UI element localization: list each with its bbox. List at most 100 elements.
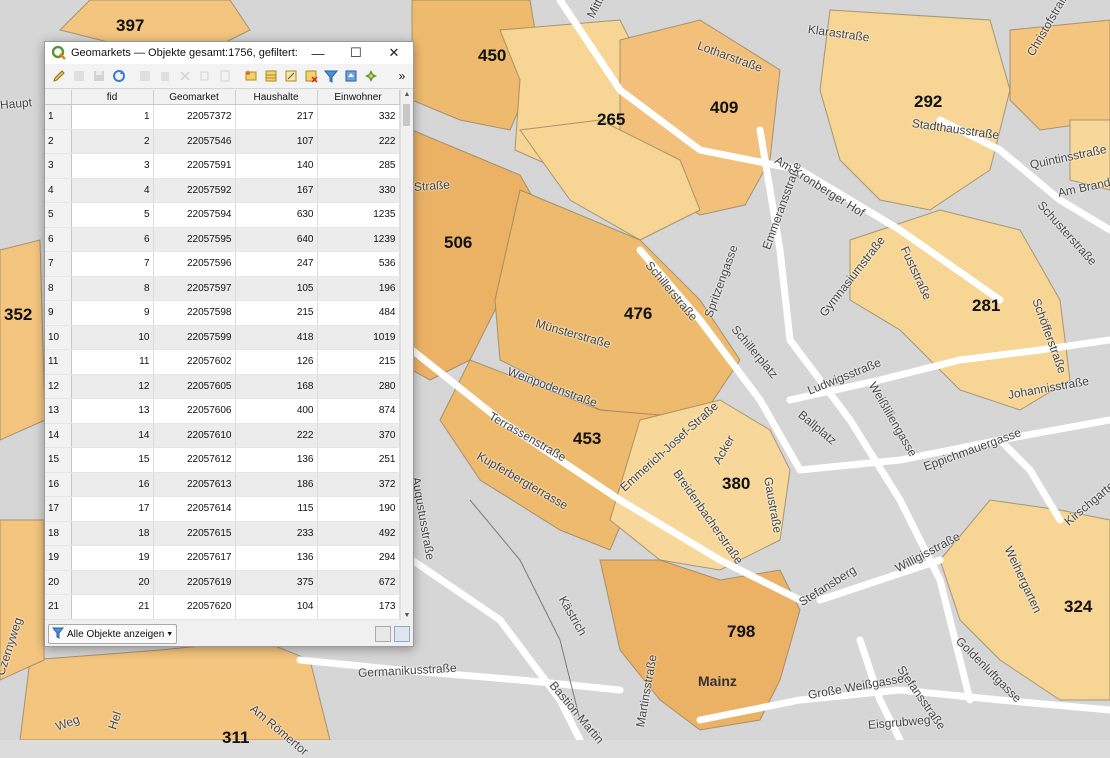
table-row[interactable]: 14 14 22057610 222 370 [45, 423, 400, 448]
multi-edit-icon[interactable] [69, 67, 88, 85]
cell-geomarket[interactable]: 22057597 [153, 276, 236, 301]
row-header[interactable]: 8 [45, 276, 72, 301]
maximize-button[interactable]: ☐ [337, 45, 375, 61]
cell-geomarket[interactable]: 22057612 [153, 447, 236, 473]
row-header[interactable]: 5 [45, 202, 72, 228]
cell-einwohner[interactable]: 372 [317, 472, 400, 497]
cell-fid[interactable]: 13 [71, 398, 154, 424]
expression-select-icon[interactable] [241, 67, 260, 85]
table-row[interactable]: 18 18 22057615 233 492 [45, 521, 400, 546]
cell-fid[interactable]: 3 [71, 153, 154, 179]
cell-einwohner[interactable]: 196 [317, 276, 400, 301]
row-header[interactable]: 6 [45, 227, 72, 252]
cell-einwohner[interactable]: 492 [317, 521, 400, 546]
cell-fid[interactable]: 6 [71, 227, 154, 252]
table-row[interactable]: 21 21 22057620 104 173 [45, 594, 400, 620]
row-header[interactable]: 4 [45, 178, 72, 203]
column-header-fid[interactable]: fid [71, 90, 154, 105]
cell-fid[interactable]: 19 [71, 545, 154, 571]
cell-haushalte[interactable]: 247 [235, 251, 318, 277]
row-header[interactable]: 9 [45, 300, 72, 326]
cell-haushalte[interactable]: 222 [235, 423, 318, 448]
cell-einwohner[interactable]: 370 [317, 423, 400, 448]
cell-fid[interactable]: 2 [71, 129, 154, 154]
row-header[interactable]: 10 [45, 325, 72, 350]
corner-header[interactable] [45, 90, 72, 105]
deselect-icon[interactable] [301, 67, 320, 85]
row-header[interactable]: 7 [45, 251, 72, 277]
cell-einwohner[interactable]: 222 [317, 129, 400, 154]
cell-haushalte[interactable]: 168 [235, 374, 318, 399]
row-header[interactable]: 19 [45, 545, 72, 571]
row-header[interactable]: 1 [45, 104, 72, 130]
row-header[interactable]: 18 [45, 521, 72, 546]
table-row[interactable]: 10 10 22057599 418 1019 [45, 325, 400, 350]
cell-geomarket[interactable]: 22057620 [153, 594, 236, 620]
window-titlebar[interactable]: Geomarkets — Objekte gesamt:1756, gefilt… [45, 42, 413, 64]
cell-geomarket[interactable]: 22057596 [153, 251, 236, 277]
pan-to-icon[interactable] [361, 67, 380, 85]
cell-geomarket[interactable]: 22057595 [153, 227, 236, 252]
cell-haushalte[interactable]: 186 [235, 472, 318, 497]
cell-haushalte[interactable]: 115 [235, 496, 318, 522]
cell-einwohner[interactable]: 280 [317, 374, 400, 399]
table-row[interactable]: 7 7 22057596 247 536 [45, 251, 400, 277]
cell-einwohner[interactable]: 672 [317, 570, 400, 595]
cell-geomarket[interactable]: 22057599 [153, 325, 236, 350]
cell-einwohner[interactable]: 536 [317, 251, 400, 277]
cell-haushalte[interactable]: 126 [235, 349, 318, 375]
cell-haushalte[interactable]: 136 [235, 447, 318, 473]
cell-fid[interactable]: 18 [71, 521, 154, 546]
scroll-up-arrow-icon[interactable]: ▲ [401, 91, 413, 98]
form-view-icon[interactable] [375, 626, 391, 642]
cell-haushalte[interactable]: 400 [235, 398, 318, 424]
copy-icon[interactable] [195, 67, 214, 85]
cell-haushalte[interactable]: 167 [235, 178, 318, 203]
add-feature-icon[interactable] [135, 67, 154, 85]
table-row[interactable]: 20 20 22057619 375 672 [45, 570, 400, 595]
table-row[interactable]: 19 19 22057617 136 294 [45, 545, 400, 571]
cell-haushalte[interactable]: 107 [235, 129, 318, 154]
cell-fid[interactable]: 20 [71, 570, 154, 595]
row-header[interactable]: 12 [45, 374, 72, 399]
cell-fid[interactable]: 8 [71, 276, 154, 301]
cell-fid[interactable]: 4 [71, 178, 154, 203]
cell-haushalte[interactable]: 140 [235, 153, 318, 179]
row-header[interactable]: 3 [45, 153, 72, 179]
cell-geomarket[interactable]: 22057372 [153, 104, 236, 130]
cell-geomarket[interactable]: 22057619 [153, 570, 236, 595]
delete-feature-icon[interactable] [155, 67, 174, 85]
cell-geomarket[interactable]: 22057546 [153, 129, 236, 154]
cell-einwohner[interactable]: 332 [317, 104, 400, 130]
cell-geomarket[interactable]: 22057606 [153, 398, 236, 424]
cell-einwohner[interactable]: 215 [317, 349, 400, 375]
table-row[interactable]: 4 4 22057592 167 330 [45, 178, 400, 203]
column-header-haushalte[interactable]: Haushalte [235, 90, 318, 105]
cell-haushalte[interactable]: 233 [235, 521, 318, 546]
cell-geomarket[interactable]: 22057617 [153, 545, 236, 571]
table-row[interactable]: 16 16 22057613 186 372 [45, 472, 400, 497]
cell-haushalte[interactable]: 136 [235, 545, 318, 571]
cell-einwohner[interactable]: 190 [317, 496, 400, 522]
row-header[interactable]: 14 [45, 423, 72, 448]
cell-haushalte[interactable]: 215 [235, 300, 318, 326]
row-header[interactable]: 15 [45, 447, 72, 473]
table-view-icon[interactable] [394, 626, 410, 642]
select-all-icon[interactable] [261, 67, 280, 85]
cell-haushalte[interactable]: 105 [235, 276, 318, 301]
cell-haushalte[interactable]: 640 [235, 227, 318, 252]
cell-einwohner[interactable]: 874 [317, 398, 400, 424]
table-row[interactable]: 5 5 22057594 630 1235 [45, 202, 400, 228]
cell-haushalte[interactable]: 375 [235, 570, 318, 595]
reload-icon[interactable] [109, 67, 128, 85]
cell-geomarket[interactable]: 22057598 [153, 300, 236, 326]
table-row[interactable]: 8 8 22057597 105 196 [45, 276, 400, 301]
table-row[interactable]: 12 12 22057605 168 280 [45, 374, 400, 399]
column-header-geomarket[interactable]: Geomarket [153, 90, 236, 105]
cell-einwohner[interactable]: 1235 [317, 202, 400, 228]
paste-icon[interactable] [215, 67, 234, 85]
cell-geomarket[interactable]: 22057613 [153, 472, 236, 497]
cell-einwohner[interactable]: 330 [317, 178, 400, 203]
row-header[interactable]: 17 [45, 496, 72, 522]
table-row[interactable]: 1 1 22057372 217 332 [45, 104, 400, 130]
